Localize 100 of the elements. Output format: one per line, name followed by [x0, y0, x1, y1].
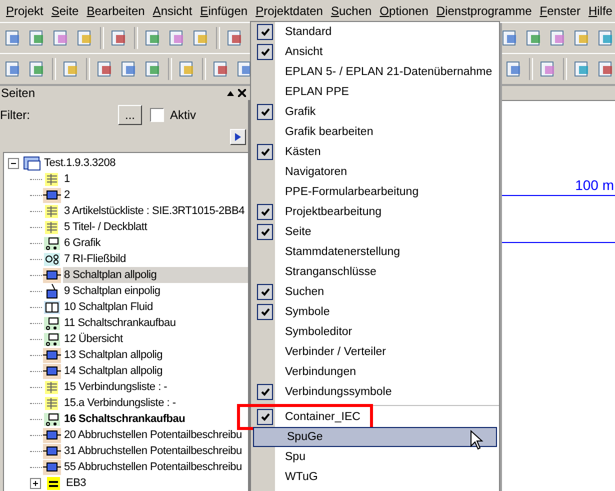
fluid-page-icon [43, 300, 61, 314]
tree-item[interactable]: 55 Abbruchstellen Potentailbeschreibu [63, 459, 243, 475]
graphic-page-icon [43, 332, 61, 346]
menu-option[interactable]: SpuGe [253, 427, 497, 447]
menu-label: Verbindungssymbole [285, 386, 392, 398]
menu-option[interactable]: Grafik [251, 102, 499, 122]
tree-item[interactable]: 20 Abbruchstellen Potentailbeschreibu [63, 427, 243, 443]
menu-item[interactable]: Optionen [376, 3, 432, 19]
menu-label: Grafik bearbeiten [285, 126, 374, 138]
menu-label: Verbinder / Verteiler [285, 346, 386, 358]
menu-option[interactable]: Navigatoren [251, 162, 499, 182]
table-page-icon [43, 220, 61, 234]
filter-button[interactable]: ... [118, 104, 142, 125]
circuit-page-icon [43, 364, 61, 378]
tree-item[interactable]: 1 [63, 171, 71, 187]
menu-item[interactable]: Fenster [536, 3, 584, 19]
project-icon [23, 156, 41, 170]
tree-item[interactable]: 2 [63, 187, 71, 203]
menu-option[interactable]: WTuG [251, 467, 499, 487]
graphic-page-icon [43, 236, 61, 250]
menu-option[interactable]: Standard [251, 22, 499, 42]
menu-option[interactable]: Suchen [251, 282, 499, 302]
menu-label: Navigatoren [285, 166, 348, 178]
menu-item[interactable]: Projektdaten [252, 3, 327, 19]
menu-option[interactable]: Stammdatenerstellung [251, 242, 499, 262]
circuit-page-icon [43, 268, 61, 282]
tree-item[interactable]: 3 Artikelstückliste : SIE.3RT1015-2BB4 [63, 203, 246, 219]
menu-option[interactable]: PPE-Formularbearbeitung [251, 182, 499, 202]
tree-item[interactable]: 9 Schaltplan einpolig [63, 283, 162, 299]
tree-item[interactable]: 15.a Verbindungsliste : - [63, 395, 177, 411]
menu-label: Projektbearbeitung [285, 206, 382, 218]
menu-item[interactable]: Projekt [2, 3, 48, 19]
menu-item[interactable]: Suchen [326, 3, 376, 19]
menu-label: SpuGe [287, 431, 323, 443]
tree-item[interactable]: 31 Abbruchstellen Potentailbeschreibu [63, 443, 243, 459]
menu-option[interactable]: Symboleditor [251, 322, 499, 342]
menu-option[interactable]: Seite [251, 222, 499, 242]
menu-option[interactable]: Stranganschlüsse [251, 262, 499, 282]
panel-title: Seiten [0, 86, 36, 100]
menu-option[interactable]: Ansicht [251, 42, 499, 62]
tree-item[interactable]: 14 Schaltplan allpolig [63, 363, 164, 379]
tree-item[interactable]: 5 Titel- / Deckblatt [63, 219, 148, 235]
menu-label: Verbindungen [285, 366, 356, 378]
tree-item[interactable]: 12 Übersicht [63, 331, 124, 347]
table-page-icon [43, 396, 61, 410]
menu-option[interactable]: EPLAN 5- / EPLAN 21-Datenübernahme [251, 62, 499, 82]
table-page-icon [43, 380, 61, 394]
menu-label: Stammdatenerstellung [285, 246, 400, 258]
tree-item[interactable]: 6 Grafik [63, 235, 102, 251]
collapse-icon[interactable] [8, 158, 19, 168]
menu-label: Stranganschlüsse [285, 266, 376, 278]
menu-option[interactable]: Projektbearbeitung [251, 202, 499, 222]
menu-option[interactable]: Symbole [251, 302, 499, 322]
menu-item[interactable]: Seite [47, 3, 83, 19]
tree-item[interactable]: 7 RI-Fließbild [63, 251, 127, 267]
tree-item[interactable]: 15 Verbindungsliste : - [63, 379, 168, 395]
menu-label: Spu [285, 451, 306, 463]
checkbox-label: Aktiv [170, 108, 196, 122]
menu-label: Suchen [285, 286, 324, 298]
tree-item[interactable]: EB3 [65, 475, 88, 491]
graphic-page-icon [43, 316, 61, 330]
tree-item[interactable]: Test.1.9.3.3208 [43, 155, 116, 171]
close-icon[interactable] [238, 89, 246, 97]
table-page-icon [43, 172, 61, 186]
menu-item[interactable]: Einfügen [196, 3, 252, 19]
circuit-page-icon [43, 444, 61, 458]
menu-label: Ansicht [285, 46, 323, 58]
menu-option[interactable]: Verbinder / Verteiler [251, 342, 499, 362]
menu-option[interactable]: EPLAN PPE [251, 82, 499, 102]
tree-item[interactable]: 11 Schaltschrankaufbau [63, 315, 177, 331]
menu-label: WTuG [285, 471, 318, 483]
menu-item[interactable]: Hilfe [584, 3, 615, 19]
table-page-icon [43, 204, 61, 218]
active-checkbox[interactable] [150, 108, 164, 122]
expand-icon[interactable] [30, 478, 41, 488]
menu-label: Standard [285, 26, 332, 38]
circuit-page-icon [43, 348, 61, 362]
menu-label: PPE-Formularbearbeitung [285, 186, 419, 198]
menu-option[interactable]: Verbindungen [251, 362, 499, 382]
menu-label: Container_IEC [285, 411, 360, 423]
dimension-label: 100 m [575, 177, 614, 193]
circuit-page-icon [43, 188, 61, 202]
menu-item[interactable]: Dienstprogramme [432, 3, 536, 19]
group-icon [45, 476, 63, 490]
tree-item[interactable]: 10 Schaltplan Fluid [63, 299, 154, 315]
collapse-icon[interactable] [227, 90, 234, 96]
tree-item[interactable]: 13 Schaltplan allpolig [63, 347, 164, 363]
pid-page-icon [43, 252, 61, 266]
play-button[interactable] [230, 129, 246, 146]
tree-item[interactable]: 16 Schaltschrankaufbau [63, 411, 186, 427]
menu-label: Kästen [285, 146, 321, 158]
menu-item[interactable]: Bearbeiten [82, 3, 149, 19]
menu-option[interactable]: Kästen [251, 142, 499, 162]
menu-option[interactable]: Verbindungssymbole [251, 382, 499, 402]
menu-item[interactable]: Ansicht [148, 3, 196, 19]
tree-item[interactable]: 8 Schaltplan allpolig [63, 267, 248, 283]
filter-label: Filter: [0, 108, 31, 122]
menu-option[interactable]: Grafik bearbeiten [251, 122, 499, 142]
play-icon [234, 133, 242, 142]
menu-option[interactable]: Spu [251, 447, 499, 467]
